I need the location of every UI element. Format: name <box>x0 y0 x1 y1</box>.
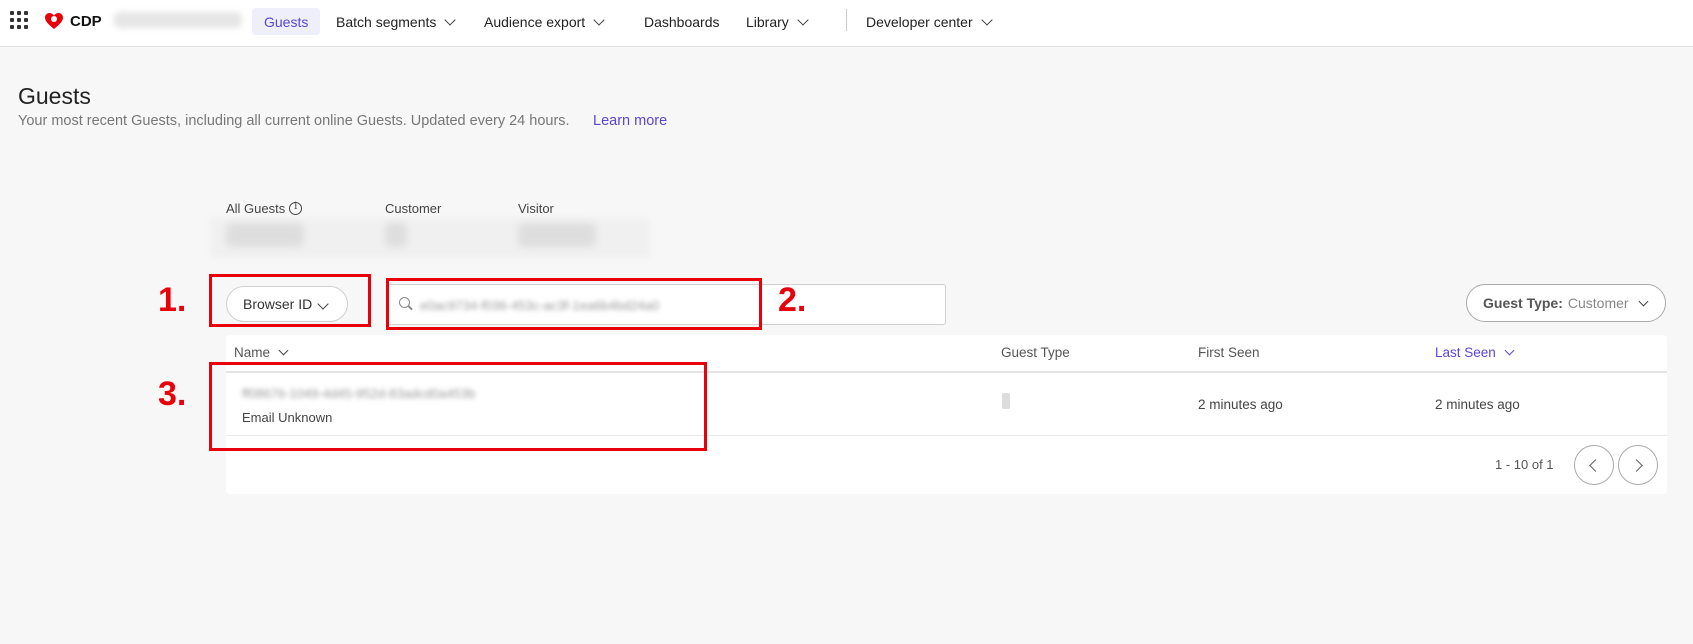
chevron-down-icon <box>278 345 289 356</box>
nav-batch-segments-label: Batch segments <box>336 13 437 30</box>
top-nav: CDP Guests Batch segments Audience expor… <box>0 0 1693 47</box>
column-header-first-seen[interactable]: First Seen <box>1198 345 1260 360</box>
chevron-down-icon <box>1638 296 1649 307</box>
annotation-box-1 <box>209 274 371 327</box>
count-visitor-value-redacted <box>518 223 596 247</box>
annotation-number-1: 1. <box>158 281 187 319</box>
column-header-guest-type[interactable]: Guest Type <box>1001 345 1070 360</box>
learn-more-link[interactable]: Learn more <box>593 113 667 129</box>
column-header-last-seen-label: Last Seen <box>1435 345 1496 360</box>
count-customer-label: Customer <box>385 201 442 216</box>
column-header-last-seen[interactable]: Last Seen <box>1435 345 1515 360</box>
nav-guests-label: Guests <box>264 13 309 30</box>
count-all-guests-value-redacted <box>226 223 304 247</box>
page-title: Guests <box>18 83 91 109</box>
nav-audience-export[interactable]: Audience export <box>484 8 605 35</box>
annotation-box-3 <box>209 362 707 451</box>
nav-dashboards[interactable]: Dashboards <box>644 8 720 35</box>
count-all-guests-label: All Guests <box>226 201 303 216</box>
last-seen-cell: 2 minutes ago <box>1435 397 1520 412</box>
count-customer-value-redacted <box>385 223 407 247</box>
first-seen-cell: 2 minutes ago <box>1198 397 1283 412</box>
annotation-number-3: 3. <box>158 375 187 413</box>
next-page-button[interactable] <box>1618 445 1658 485</box>
nav-divider <box>846 9 847 31</box>
brand-name: CDP <box>70 12 102 30</box>
annotation-box-2 <box>386 278 762 330</box>
pagination-summary: 1 - 10 of 1 <box>1495 457 1554 472</box>
nav-guests[interactable]: Guests <box>252 8 321 35</box>
nav-developer-center-label: Developer center <box>866 13 973 30</box>
info-icon[interactable] <box>289 201 303 215</box>
sort-descending-icon <box>1504 345 1515 356</box>
nav-library[interactable]: Library <box>746 8 809 35</box>
nav-batch-segments[interactable]: Batch segments <box>336 8 457 35</box>
annotation-number-2: 2. <box>778 281 807 319</box>
nav-developer-center[interactable]: Developer center <box>866 8 993 35</box>
chevron-down-icon <box>980 13 993 26</box>
brand-logo-icon <box>45 13 63 29</box>
brand-logo[interactable]: CDP <box>44 10 102 32</box>
chevron-down-icon <box>593 13 605 26</box>
count-visitor-label: Visitor <box>518 201 554 216</box>
app-launcher-icon[interactable] <box>10 11 28 29</box>
chevron-down-icon <box>797 13 809 26</box>
column-header-name-label: Name <box>234 345 271 360</box>
count-all-guests-text: All Guests <box>226 201 286 216</box>
nav-audience-export-label: Audience export <box>484 13 586 30</box>
guest-type-value-redacted <box>1002 393 1010 409</box>
column-header-name[interactable]: Name <box>234 345 289 360</box>
guest-type-filter-label: Guest Type: <box>1483 295 1563 311</box>
guest-type-filter-value: Customer <box>1567 295 1629 311</box>
organization-name-redacted <box>114 12 242 28</box>
chevron-down-icon <box>444 13 457 26</box>
nav-dashboards-label: Dashboards <box>644 13 720 30</box>
guest-type-filter[interactable]: Guest Type: Customer <box>1466 284 1666 322</box>
previous-page-button[interactable] <box>1574 445 1614 485</box>
nav-library-label: Library <box>746 13 789 30</box>
page-subtitle: Your most recent Guests, including all c… <box>18 113 570 129</box>
